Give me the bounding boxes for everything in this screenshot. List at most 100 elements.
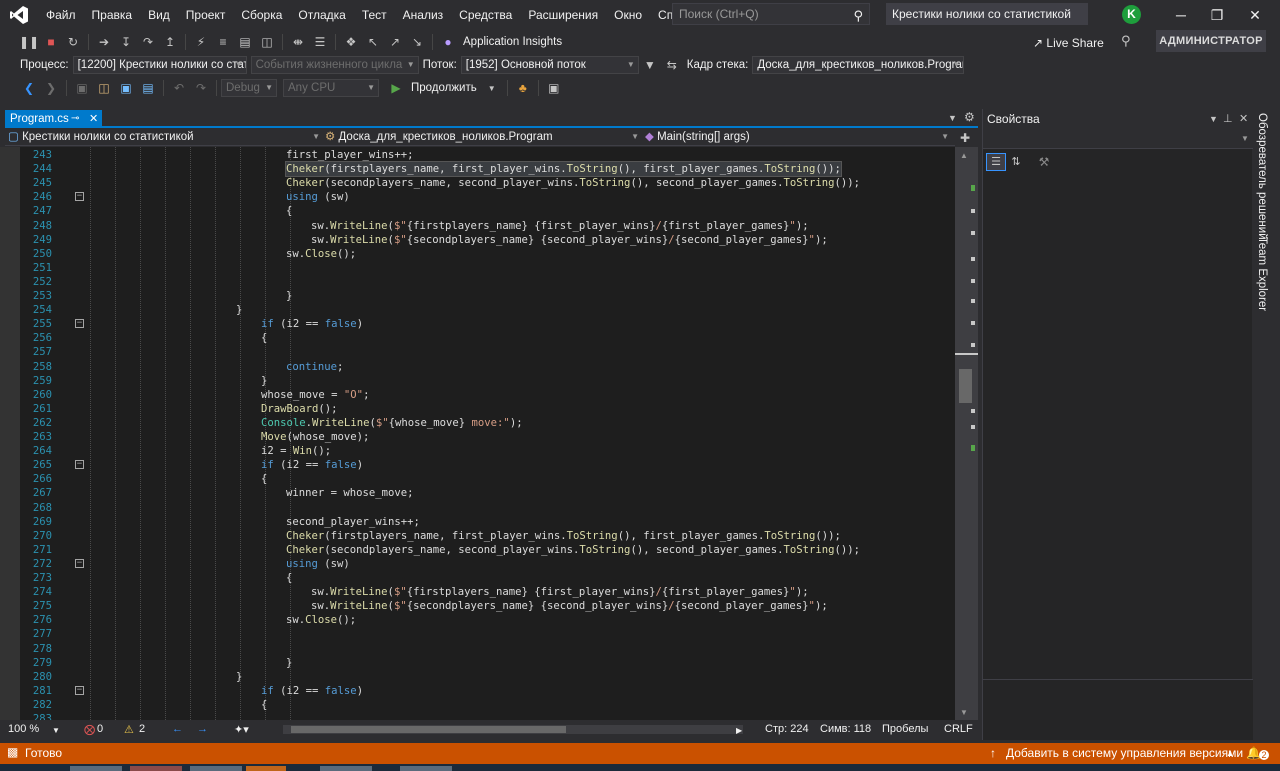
code-line[interactable]: 256 { <box>0 331 955 345</box>
code-line[interactable]: 264 i2 = Win(); <box>0 444 955 458</box>
code-line[interactable]: 248 sw.WriteLine($"{firstplayers_name} {f… <box>0 219 955 233</box>
class-select[interactable]: ⚙ Доска_для_крестиков_ноликов.Program ▼ <box>325 128 643 146</box>
menu-item-8[interactable]: Средства <box>451 0 520 30</box>
code-line[interactable]: 266 { <box>0 472 955 486</box>
code-line[interactable]: 273 { <box>0 571 955 585</box>
redo-icon[interactable]: ↷ <box>192 79 210 97</box>
lifecycle-events-select[interactable]: События жизненного цикла ▼ <box>250 56 419 74</box>
play-icon[interactable]: ▶ <box>387 79 405 97</box>
filter-icon[interactable]: ▼ <box>641 56 659 74</box>
code-line[interactable]: 243 first_player_wins++; <box>0 148 955 162</box>
hot-reload-icon[interactable]: ⚡ <box>192 33 210 51</box>
collapse-icon[interactable]: − <box>75 192 84 202</box>
menu-item-7[interactable]: Анализ <box>395 0 452 30</box>
code-line[interactable]: 246 − using (sw) <box>0 190 955 204</box>
code-line[interactable]: 262 Console.WriteLine($"{whose_move} move… <box>0 416 955 430</box>
code-line[interactable]: 244 Cheker(firstplayers_name, first_playe… <box>0 161 955 178</box>
vertical-scrollbar[interactable]: ▲ ▼ <box>955 147 978 720</box>
taskbar-button[interactable] <box>130 766 182 771</box>
menu-item-3[interactable]: Проект <box>178 0 234 30</box>
parallel-stacks-icon[interactable]: ◫ <box>258 33 276 51</box>
platform-select[interactable]: Any CPU ▼ <box>283 79 379 97</box>
code-line[interactable]: 247 { <box>0 204 955 218</box>
code-line[interactable]: 254} <box>0 303 955 317</box>
code-line[interactable]: 272 − using (sw) <box>0 557 955 571</box>
menu-item-5[interactable]: Отладка <box>290 0 353 30</box>
zoom-level[interactable]: 100 % <box>8 723 39 735</box>
code-line[interactable]: 258 continue; <box>0 360 955 374</box>
code-line[interactable]: 265 − if (i2 == false) <box>0 458 955 472</box>
brush-icon[interactable]: ✦▾ <box>234 723 249 736</box>
indentation-indicator[interactable]: Пробелы <box>882 723 928 735</box>
feedback-icon[interactable]: ⚲ <box>1121 33 1137 49</box>
live-share-button[interactable]: ↗ Live Share <box>1033 36 1104 50</box>
process-select[interactable]: [12200] Крестики нолики со стати ▼ <box>72 56 247 74</box>
camera-icon[interactable]: ▣ <box>545 79 563 97</box>
break-all-icon[interactable]: ❚❚ <box>19 33 39 51</box>
categorized-icon[interactable]: ☰ <box>986 153 1006 171</box>
taskbar-button[interactable] <box>190 766 242 771</box>
bookmark-icon[interactable]: ❖ <box>342 33 360 51</box>
code-line[interactable]: 250 sw.Close(); <box>0 247 955 261</box>
format-icon[interactable]: ⇼ <box>289 33 307 51</box>
menu-item-9[interactable]: Расширения <box>520 0 606 30</box>
list-icon[interactable]: ☰ <box>311 33 329 51</box>
user-avatar[interactable]: K <box>1122 5 1141 24</box>
code-line[interactable]: 253} <box>0 289 955 303</box>
chevron-down-icon[interactable]: ▼ <box>483 79 501 97</box>
application-insights-button[interactable]: Application Insights <box>463 36 562 48</box>
code-line[interactable]: 255 − if (i2 == false) <box>0 317 955 331</box>
gear-icon[interactable]: ⚙ <box>964 110 975 124</box>
code-line[interactable]: 282 { <box>0 698 955 712</box>
code-line[interactable]: 268 <box>0 501 955 515</box>
menu-item-2[interactable]: Вид <box>140 0 178 30</box>
clear-bookmarks-icon[interactable]: ↘ <box>408 33 426 51</box>
close-panel-icon[interactable]: ✕ <box>1239 109 1248 129</box>
warning-count[interactable]: 2 <box>139 723 145 735</box>
thread-icon[interactable]: ≡ <box>214 33 232 51</box>
code-line[interactable]: 275 sw.WriteLine($"{secondplayers_name} {… <box>0 599 955 613</box>
chevron-down-icon[interactable]: ▼ <box>52 726 60 735</box>
code-line[interactable]: 257 <box>0 345 955 359</box>
member-select[interactable]: ◆ Main(string[] args) ▼ <box>645 128 953 146</box>
menu-item-4[interactable]: Сборка <box>233 0 290 30</box>
open-folder-icon[interactable]: ◫ <box>95 79 113 97</box>
scroll-right-icon[interactable]: ▶ <box>736 726 742 735</box>
wrench-icon[interactable]: ⚒ <box>1034 153 1054 171</box>
restore-button[interactable]: ❐ <box>1199 0 1235 30</box>
code-line[interactable]: 276 sw.Close(); <box>0 613 955 627</box>
code-line[interactable]: 267 winner = whose_move; <box>0 486 955 500</box>
taskbar-button[interactable] <box>320 766 372 771</box>
continue-button[interactable]: Продолжить <box>411 82 477 94</box>
line-ending-indicator[interactable]: CRLF <box>944 723 973 735</box>
code-line[interactable]: 249 sw.WriteLine($"{secondplayers_name} {… <box>0 233 955 247</box>
taskbar-button[interactable] <box>400 766 452 771</box>
scrollbar-thumb[interactable] <box>959 369 972 403</box>
code-line[interactable]: 279} <box>0 656 955 670</box>
close-window-button[interactable]: ✕ <box>1237 0 1273 30</box>
collapse-icon[interactable]: − <box>75 460 84 470</box>
code-line[interactable]: 251 <box>0 261 955 275</box>
prev-bookmark-icon[interactable]: ↖ <box>364 33 382 51</box>
configuration-select[interactable]: Debug ▼ <box>221 79 277 97</box>
navigate-forward-icon[interactable]: ❯ <box>42 79 60 97</box>
column-indicator[interactable]: Симв: 118 <box>820 723 871 735</box>
show-next-statement-icon[interactable]: ➔ <box>95 33 113 51</box>
scroll-up-icon[interactable]: ▲ <box>960 151 968 160</box>
taskbar-button[interactable] <box>70 766 122 771</box>
collapse-icon[interactable]: − <box>75 558 84 568</box>
new-project-icon[interactable]: ▣ <box>73 79 91 97</box>
menu-item-10[interactable]: Окно <box>606 0 650 30</box>
horizontal-scrollbar[interactable] <box>283 725 743 734</box>
code-line[interactable]: 260 whose_move = "O"; <box>0 388 955 402</box>
search-input[interactable]: Поиск (Ctrl+Q) ⚲ <box>672 3 870 25</box>
alphabetical-icon[interactable]: ⇅ <box>1006 153 1026 171</box>
stop-icon[interactable]: ■ <box>42 33 60 51</box>
scrollbar-thumb[interactable] <box>291 726 566 733</box>
tab-solution-explorer[interactable]: Обозреватель решений <box>1256 113 1268 240</box>
collapse-icon[interactable]: − <box>75 319 84 329</box>
chevron-down-icon[interactable]: ▼ <box>1209 109 1218 129</box>
step-over-icon[interactable]: ↷ <box>139 33 157 51</box>
tab-team-explorer[interactable]: Team Explorer <box>1256 237 1268 311</box>
tab-list-icon[interactable]: ▼ <box>948 113 957 123</box>
